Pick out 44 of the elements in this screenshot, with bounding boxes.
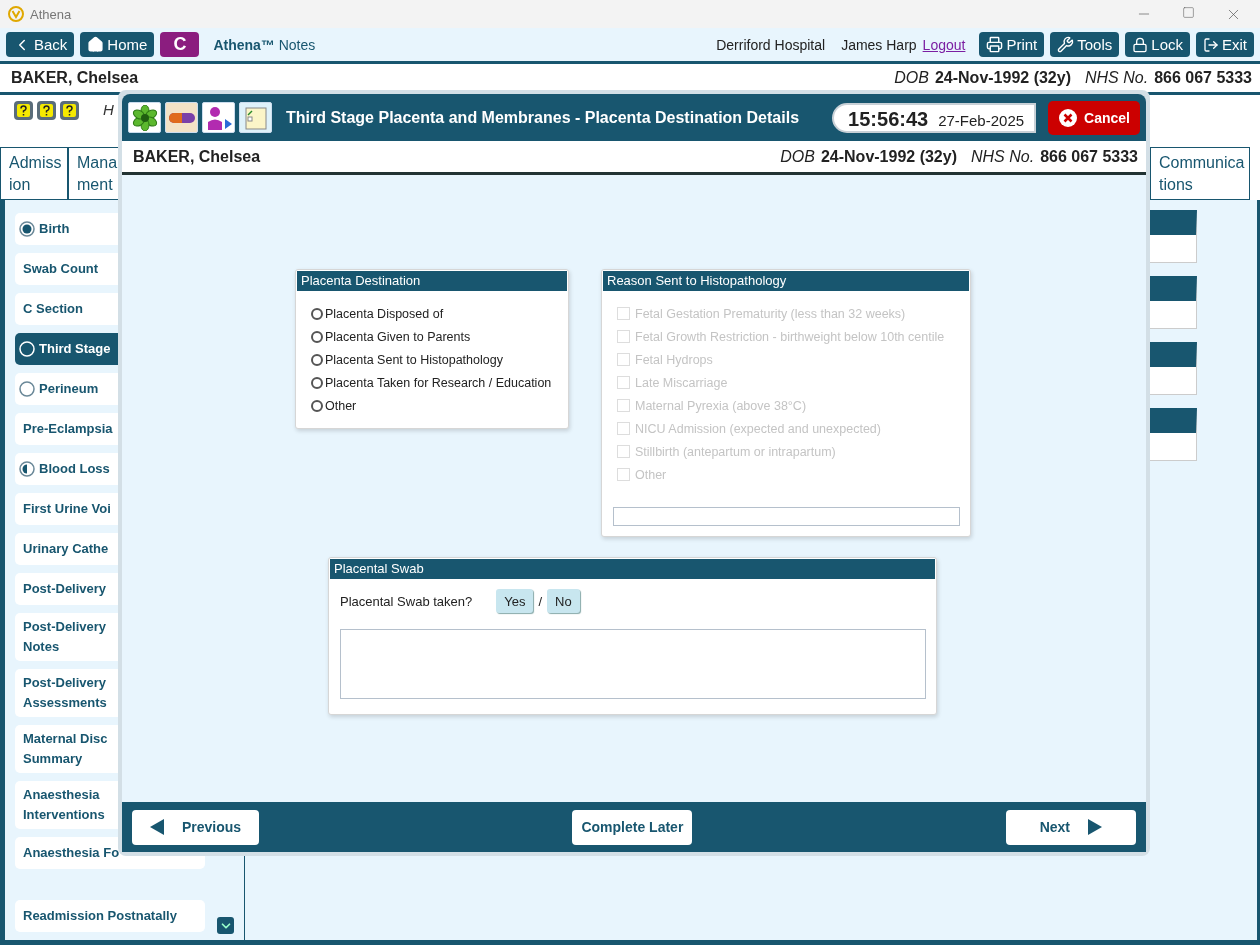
nav-item[interactable]: Readmission Postnatally <box>15 900 205 932</box>
letter-button[interactable]: C <box>160 32 200 57</box>
hospital-name: Derriford Hospital <box>716 36 826 53</box>
nhs-value: 866 067 5333 <box>1154 69 1252 87</box>
dob-value: 24-Nov-1992 (32y) <box>820 147 957 166</box>
nhs-label: NHS No. <box>1085 69 1149 87</box>
logout-link[interactable]: Logout <box>922 36 966 53</box>
question-text: Placental Swab taken? <box>340 593 473 609</box>
dob-label: DOB <box>894 69 929 87</box>
next-button[interactable]: Next <box>1005 809 1136 845</box>
tab[interactable]: Communica tions <box>1150 147 1250 200</box>
app-name: Athena™ Notes <box>213 36 316 53</box>
answer-button[interactable]: Yes <box>496 589 534 613</box>
time-text: 15:56:43 <box>848 107 929 131</box>
dob-label: DOB <box>780 147 815 166</box>
complete-later-button[interactable]: Complete Later <box>572 809 693 845</box>
nhs-label: NHS No. <box>971 147 1035 166</box>
tab[interactable]: Admiss ion <box>0 147 68 200</box>
radio-option[interactable]: Placenta Sent to Histopathology <box>311 351 553 368</box>
separator-text: / <box>538 593 543 609</box>
panel-title: Placenta Destination <box>297 271 567 291</box>
back-button[interactable]: Back <box>6 32 75 57</box>
exit-button[interactable]: Exit <box>1196 32 1254 57</box>
window-title: Athena <box>30 6 72 22</box>
radio-option[interactable]: Placenta Disposed of <box>311 305 553 322</box>
panel-title: Placental Swab <box>330 559 935 579</box>
cancel-button[interactable]: Cancel <box>1048 100 1140 135</box>
panel-title: Reason Sent to Histopathology <box>603 271 969 291</box>
radio-option[interactable]: Placenta Given to Parents <box>311 328 553 345</box>
dialog-title: Third Stage Placenta and Membranes - Placenta Destination Details <box>286 108 800 127</box>
heading-text: H <box>103 101 114 118</box>
previous-button[interactable]: Previous <box>132 809 260 845</box>
dob-value: 24-Nov-1992 (32y) <box>934 69 1071 87</box>
user-name: James Harp <box>841 36 917 53</box>
lock-button[interactable]: Lock <box>1125 32 1190 57</box>
nhs-value: 866 067 5333 <box>1040 147 1138 166</box>
answer-button[interactable]: No <box>547 589 580 613</box>
radio-option[interactable]: Placenta Taken for Research / Education <box>311 374 553 391</box>
print-button[interactable]: Print <box>979 32 1045 57</box>
tools-button[interactable]: Tools <box>1050 32 1120 57</box>
date-text: 27-Feb-2025 <box>938 111 1025 129</box>
patient-name: BAKER, Chelsea <box>11 69 139 87</box>
home-button[interactable]: Home <box>80 32 155 57</box>
radio-option[interactable]: Other <box>311 397 553 414</box>
